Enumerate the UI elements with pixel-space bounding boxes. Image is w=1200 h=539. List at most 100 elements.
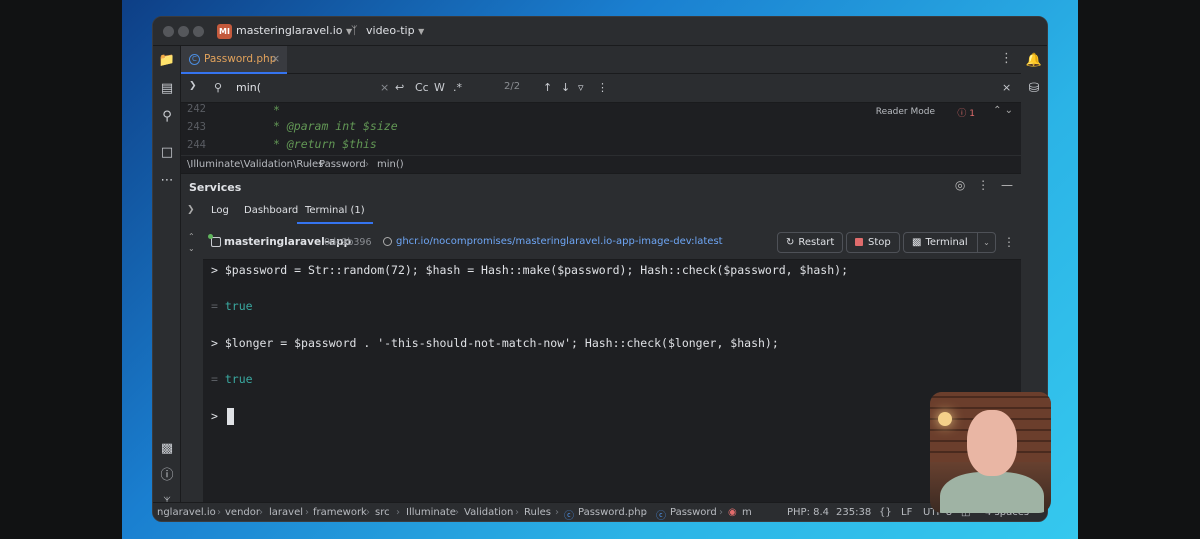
container-header: masteringlaravel-app 0dc9b396 ghcr.io/no… bbox=[203, 226, 1021, 260]
navigate-problems[interactable]: ⌃ ⌄ bbox=[993, 105, 1013, 116]
more-vertical-icon[interactable]: ⋮ bbox=[1003, 235, 1015, 249]
path-item[interactable]: Validation bbox=[464, 507, 513, 518]
chevron-down-icon[interactable]: ⌄ bbox=[188, 244, 195, 253]
line-ending[interactable]: LF bbox=[901, 507, 912, 518]
php-version[interactable]: PHP: 8.4 bbox=[787, 507, 829, 518]
tab-dashboard[interactable]: Dashboard bbox=[244, 205, 298, 216]
path-separator: › bbox=[366, 507, 370, 518]
restart-label: Restart bbox=[798, 237, 835, 248]
path-item[interactable]: Password bbox=[670, 507, 717, 518]
more-vertical-icon[interactable]: ⋮ bbox=[1000, 51, 1013, 66]
stop-button[interactable]: Stop bbox=[846, 232, 900, 253]
path-item[interactable]: framework bbox=[313, 507, 367, 518]
path-item[interactable]: vendor bbox=[225, 507, 260, 518]
code-line: * @param int $size bbox=[273, 119, 398, 133]
regex-toggle[interactable]: .* bbox=[453, 81, 462, 94]
result-marker: = bbox=[211, 372, 218, 386]
php-class-icon: ⓒ bbox=[564, 511, 574, 522]
command: $password = Str::random(72); $hash = Has… bbox=[224, 263, 848, 277]
arrow-down-icon[interactable]: ↓ bbox=[561, 81, 570, 94]
bell-icon[interactable]: 🔔 bbox=[1025, 52, 1043, 70]
more-icon[interactable]: ⋯ bbox=[158, 172, 176, 190]
tab-password-php[interactable]: C Password.php × bbox=[181, 46, 287, 74]
close-icon[interactable]: × bbox=[271, 52, 280, 65]
panel-tools: ◎ ⋮ — bbox=[955, 178, 1013, 192]
commit-icon[interactable]: ⚲ bbox=[158, 108, 176, 126]
editor-tabs: C Password.php × ⋮ bbox=[181, 46, 1021, 74]
terminal-line: = true bbox=[211, 372, 253, 386]
title-bar: MI masteringlaravel.io ▼ ᛉ video-tip ▼ bbox=[153, 17, 1047, 46]
problems-icon[interactable]: ⓘ bbox=[158, 467, 176, 485]
terminal-line: > $longer = $password . '-this-should-no… bbox=[211, 336, 779, 350]
path-separator: › bbox=[455, 507, 459, 518]
backdrop-right bbox=[1078, 0, 1200, 539]
whole-word-toggle[interactable]: W bbox=[434, 81, 445, 94]
reader-mode-button[interactable]: Reader Mode bbox=[876, 107, 935, 117]
minimize-icon[interactable]: — bbox=[1001, 178, 1013, 192]
path-separator: › bbox=[305, 507, 309, 518]
code-editor[interactable]: 242 243 244 * * @param int $size * @retu… bbox=[181, 103, 1021, 155]
branch-switcher[interactable]: video-tip ▼ bbox=[366, 24, 424, 37]
path-item[interactable]: Password.php bbox=[578, 507, 647, 518]
braces-indicator[interactable]: {} bbox=[879, 507, 892, 518]
target-icon[interactable]: ◎ bbox=[955, 178, 965, 192]
chevron-down-icon: ▼ bbox=[418, 27, 425, 36]
terminal-output[interactable]: > $password = Str::random(72); $hash = H… bbox=[203, 260, 1021, 521]
terminal-button[interactable]: ▩ Terminal ⌄ bbox=[903, 232, 996, 253]
breadcrumb-item[interactable]: \Illuminate\Validation\Rules bbox=[187, 159, 323, 170]
status-bar: nglaravel.io › vendor › laravel › framew… bbox=[153, 502, 1047, 522]
project-badge[interactable]: MI bbox=[217, 24, 232, 39]
method-icon: ◉ bbox=[728, 507, 737, 518]
search-icon: ⚲ bbox=[214, 81, 223, 94]
path-item[interactable]: laravel bbox=[269, 507, 303, 518]
match-case-toggle[interactable]: Cc bbox=[415, 81, 429, 94]
prompt: > bbox=[211, 336, 218, 350]
breadcrumb-item[interactable]: Password bbox=[319, 159, 366, 170]
arrow-up-icon[interactable]: ↑ bbox=[543, 81, 552, 94]
filter-icon[interactable]: ▿ bbox=[578, 81, 584, 94]
cursor-position[interactable]: 235:38 bbox=[836, 507, 871, 518]
structure-icon[interactable]: ▤ bbox=[158, 80, 176, 98]
tab-terminal[interactable]: Terminal (1) bbox=[297, 205, 373, 224]
breadcrumb-item[interactable]: min() bbox=[377, 159, 404, 170]
tab-log[interactable]: Log bbox=[211, 205, 229, 216]
chevron-right-icon[interactable]: ❯ bbox=[189, 81, 197, 91]
restart-icon: ↻ bbox=[786, 237, 795, 248]
restart-button[interactable]: ↻ Restart bbox=[777, 232, 844, 253]
path-separator: › bbox=[515, 507, 519, 518]
result-marker: = bbox=[211, 299, 218, 313]
close-window-button[interactable] bbox=[163, 26, 174, 37]
terminal-icon: ▩ bbox=[912, 237, 922, 248]
zoom-window-button[interactable] bbox=[193, 26, 204, 37]
breadcrumb: \Illuminate\Validation\Rules › Password … bbox=[181, 155, 1021, 173]
search-input[interactable]: min( bbox=[236, 81, 261, 94]
database-icon[interactable]: ⛁ bbox=[1025, 80, 1043, 98]
more-vertical-icon[interactable]: ⋮ bbox=[977, 178, 989, 192]
path-item[interactable]: Rules bbox=[524, 507, 551, 518]
project-switcher[interactable]: masteringlaravel.io ▼ bbox=[236, 24, 352, 37]
more-vertical-icon[interactable]: ⋮ bbox=[597, 81, 608, 94]
path-separator: › bbox=[259, 507, 263, 518]
path-item[interactable]: m bbox=[742, 507, 752, 518]
terminal-icon[interactable]: ▩ bbox=[158, 440, 176, 458]
presenter-body bbox=[940, 472, 1044, 513]
bookmark-icon[interactable]: □ bbox=[158, 144, 176, 162]
history-icon[interactable]: ↩ bbox=[395, 81, 404, 94]
chevron-up-icon[interactable]: ⌃ bbox=[188, 232, 195, 241]
path-item[interactable]: src bbox=[375, 507, 390, 518]
minimize-window-button[interactable] bbox=[178, 26, 189, 37]
chevron-down-icon[interactable]: ⌄ bbox=[977, 233, 995, 252]
image-link[interactable]: ghcr.io/nocompromises/masteringlaravel.i… bbox=[396, 236, 723, 247]
project-name: masteringlaravel.io bbox=[236, 24, 343, 37]
clear-icon[interactable]: × bbox=[380, 81, 389, 94]
path-item[interactable]: nglaravel.io bbox=[157, 507, 216, 518]
error-count-badge[interactable]: ⓘ 1 bbox=[957, 106, 975, 119]
path-item[interactable]: Illuminate bbox=[406, 507, 456, 518]
folder-icon[interactable]: 📁 bbox=[158, 52, 176, 70]
terminal-line: > bbox=[211, 409, 218, 423]
match-count: 2/2 bbox=[504, 81, 521, 92]
code-line: * bbox=[273, 103, 280, 117]
close-icon[interactable]: × bbox=[1002, 81, 1011, 94]
chevron-right-icon[interactable]: ❯ bbox=[187, 205, 195, 215]
lamp bbox=[938, 412, 952, 426]
